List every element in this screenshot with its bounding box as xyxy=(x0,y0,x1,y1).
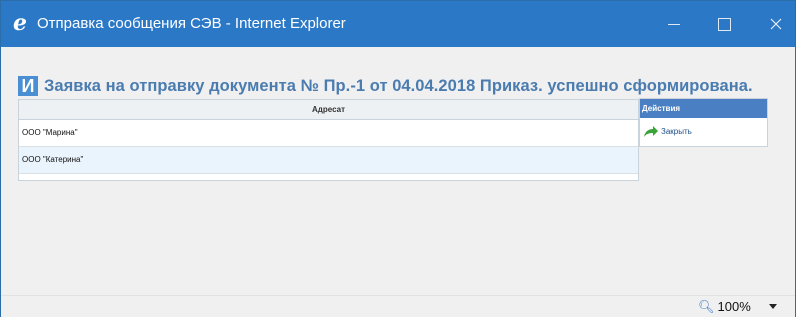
ie-window: e Отправка сообщения СЭВ - Internet Expl… xyxy=(0,0,796,317)
column-header-recipient: Адресат xyxy=(19,100,638,120)
minimize-icon xyxy=(668,23,680,25)
zoom-dropdown-icon[interactable] xyxy=(769,304,777,309)
table-row[interactable]: ООО "Катерина" xyxy=(19,147,638,174)
zoom-level: 100% xyxy=(717,299,751,314)
title-bar[interactable]: e Отправка сообщения СЭВ - Internet Expl… xyxy=(1,1,795,47)
status-bar: 🔍︎ 100% xyxy=(1,295,795,317)
heading-text: Заявка на отправку документа № Пр.-1 от … xyxy=(44,76,753,95)
zoom-control[interactable]: 🔍︎ 100% xyxy=(698,296,751,317)
minimize-button[interactable] xyxy=(651,1,697,47)
close-action-label: Закрыть xyxy=(661,126,692,136)
maximize-icon xyxy=(717,17,731,31)
table-row[interactable]: ООО "Марина" xyxy=(19,120,638,147)
window-title: Отправка сообщения СЭВ - Internet Explor… xyxy=(37,15,346,32)
green-arrow-icon xyxy=(644,125,658,137)
maximize-button[interactable] xyxy=(701,1,747,47)
info-badge-icon: И xyxy=(18,76,38,96)
recipients-table: Адресат ООО "Марина" ООО "Катерина" xyxy=(18,99,639,181)
close-window-button[interactable] xyxy=(753,1,796,47)
page-heading: И Заявка на отправку документа № Пр.-1 о… xyxy=(18,73,753,99)
actions-header: Действия xyxy=(640,99,767,118)
actions-panel: Действия Закрыть xyxy=(639,98,768,147)
close-action-link[interactable]: Закрыть xyxy=(640,118,767,144)
page-content: И Заявка на отправку документа № Пр.-1 о… xyxy=(1,47,795,295)
internet-explorer-icon: e xyxy=(13,10,27,36)
magnifier-icon: 🔍︎ xyxy=(698,298,715,314)
close-icon xyxy=(770,18,782,30)
